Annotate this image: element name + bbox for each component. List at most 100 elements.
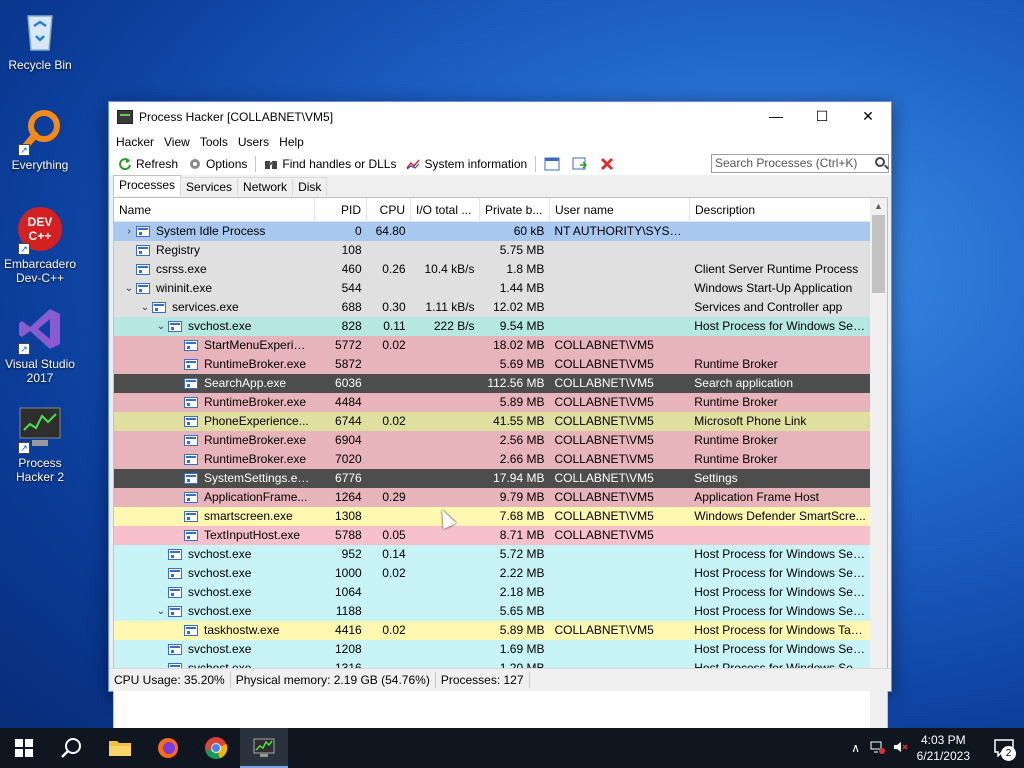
- table-row[interactable]: SearchApp.exe 6036 112.56 MB COLLABNET\VM5 S…: [114, 374, 871, 393]
- cell-user: COLLABNET\VM5: [554, 490, 654, 504]
- cell-io: [411, 583, 480, 602]
- table-row[interactable]: ⌄ svchost.exe 828 0.11 222 B/s 9.54 MB Host Pr…: [114, 317, 871, 336]
- cell-cpu: 0.29: [382, 490, 406, 504]
- desktop-icon-recycle-bin[interactable]: Recycle Bin: [2, 6, 78, 72]
- options-button[interactable]: Options: [183, 154, 252, 174]
- process-name: RuntimeBroker.exe: [204, 433, 307, 447]
- desktop-icon-everything[interactable]: ↗ Everything: [2, 106, 78, 172]
- table-row[interactable]: SystemSettings.exe 6776 17.94 MB COLLABNET\…: [114, 469, 871, 488]
- find-handles-button[interactable]: Find handles or DLLs: [259, 154, 401, 174]
- menu-users[interactable]: Users: [233, 135, 274, 149]
- table-row[interactable]: smartscreen.exe 1308 7.68 MB COLLABNET\VM5 W…: [114, 507, 871, 526]
- cell-name: RuntimeBroker.exe: [114, 450, 315, 469]
- maximize-button[interactable]: ☐: [799, 102, 845, 131]
- table-row[interactable]: RuntimeBroker.exe 4484 5.89 MB COLLABNET\VM…: [114, 393, 871, 412]
- cell-io: 1.11 kB/s: [425, 300, 475, 314]
- menu-tools[interactable]: Tools: [195, 135, 233, 149]
- column-name[interactable]: Name: [114, 198, 315, 221]
- scroll-thumb[interactable]: [872, 215, 885, 293]
- cell-cpu: 64.80: [375, 224, 406, 238]
- title-bar[interactable]: Process Hacker [COLLABNET\VM5] — ☐ ✕: [109, 102, 891, 131]
- table-row[interactable]: TextInputHost.exe 5788 0.05 8.71 MB COLLABNE…: [114, 526, 871, 545]
- action-center-button[interactable]: 2: [984, 728, 1024, 768]
- cell-desc: Host Process for Windows Ser...: [694, 585, 867, 599]
- table-row[interactable]: RuntimeBroker.exe 7020 2.66 MB COLLABNET\VM…: [114, 450, 871, 469]
- table-row[interactable]: ⌄ svchost.exe 1188 5.65 MB Host Process for …: [114, 602, 871, 621]
- table-row[interactable]: csrss.exe 460 0.26 10.4 kB/s 1.8 MB Client Se…: [114, 260, 871, 279]
- table-row[interactable]: ⌄ wininit.exe 544 1.44 MB Windows Start-Up A…: [114, 279, 871, 298]
- table-row[interactable]: RuntimeBroker.exe 5872 5.69 MB COLLABNET\VM…: [114, 355, 871, 374]
- process-name: svchost.exe: [188, 585, 252, 599]
- taskbar-file-explorer[interactable]: [96, 728, 144, 768]
- cell-priv: 60 kB: [513, 224, 545, 238]
- process-icon: [168, 587, 182, 598]
- chevron-down-icon[interactable]: ⌄: [122, 279, 136, 298]
- show-window-button[interactable]: [539, 154, 567, 174]
- menu-help[interactable]: Help: [274, 135, 309, 149]
- table-row[interactable]: › System Idle Process 0 64.80 60 kB NT AUTHOR…: [114, 222, 871, 241]
- menu-view[interactable]: View: [159, 135, 195, 149]
- scroll-up-icon[interactable]: ▲: [870, 198, 887, 215]
- start-button[interactable]: [0, 728, 48, 768]
- table-row[interactable]: svchost.exe 952 0.14 5.72 MB Host Process fo…: [114, 545, 871, 564]
- cell-name: ApplicationFrame...: [114, 488, 315, 507]
- tab-disk[interactable]: Disk: [292, 177, 328, 196]
- cell-name: SystemSettings.exe: [114, 469, 315, 488]
- cell-pid: 5872: [335, 357, 362, 371]
- table-row[interactable]: RuntimeBroker.exe 6904 2.56 MB COLLABNET\VM…: [114, 431, 871, 450]
- cell-user: COLLABNET\VM5: [554, 471, 654, 485]
- table-row[interactable]: svchost.exe 1208 1.69 MB Host Process for W…: [114, 640, 871, 659]
- menu-hacker[interactable]: Hacker: [111, 135, 159, 149]
- table-row[interactable]: taskhostw.exe 4416 0.02 5.89 MB COLLABNET\VM…: [114, 621, 871, 640]
- column-pid[interactable]: PID: [315, 198, 367, 221]
- network-icon[interactable]: [867, 740, 889, 757]
- chevron-down-icon[interactable]: ⌄: [138, 298, 152, 317]
- tab-services[interactable]: Services: [180, 177, 239, 196]
- tab-processes[interactable]: Processes: [113, 175, 182, 196]
- refresh-button[interactable]: Refresh: [113, 154, 183, 174]
- status-bar: CPU Usage: 35.20% Physical memory: 2.19 …: [109, 668, 891, 691]
- close-button[interactable]: ✕: [845, 102, 891, 131]
- search-button[interactable]: [48, 728, 96, 768]
- chevron-right-icon[interactable]: ›: [122, 222, 136, 241]
- chevron-down-icon[interactable]: ⌄: [154, 602, 168, 621]
- column-io-total[interactable]: I/O total ...: [411, 198, 480, 221]
- taskbar-process-hacker[interactable]: [240, 728, 288, 768]
- taskbar-firefox[interactable]: [144, 728, 192, 768]
- search-icon[interactable]: [875, 157, 885, 167]
- table-row[interactable]: svchost.exe 1064 2.18 MB Host Process for W…: [114, 583, 871, 602]
- cell-pid: 6776: [335, 471, 362, 485]
- cell-cpu: [367, 450, 411, 469]
- desktop-icon-devcpp[interactable]: DEV C++ ↗ Embarcadero Dev-C++: [2, 205, 78, 285]
- system-information-button[interactable]: System information: [401, 154, 532, 174]
- column-user-name[interactable]: User name: [550, 198, 690, 221]
- chevron-down-icon[interactable]: ⌄: [154, 317, 168, 336]
- desktop-icon-process-hacker[interactable]: ↗ Process Hacker 2: [2, 404, 78, 484]
- table-row[interactable]: Registry 108 5.75 MB: [114, 241, 871, 260]
- column-description[interactable]: Description: [690, 198, 872, 221]
- process-icon: [136, 264, 150, 275]
- clock[interactable]: 4:03 PM 6/21/2023: [917, 732, 970, 764]
- table-row[interactable]: svchost.exe 1000 0.02 2.22 MB Host Process f…: [114, 564, 871, 583]
- column-private-bytes[interactable]: Private b...: [480, 198, 550, 221]
- table-row[interactable]: PhoneExperience... 6744 0.02 41.55 MB COLLAB…: [114, 412, 871, 431]
- column-cpu[interactable]: CPU: [367, 198, 411, 221]
- minimize-button[interactable]: —: [753, 102, 799, 131]
- cell-io: [411, 279, 480, 298]
- search-input[interactable]: Search Processes (Ctrl+K): [711, 154, 889, 173]
- desktop-icon-visual-studio[interactable]: ↗ Visual Studio 2017: [2, 305, 78, 385]
- volume-muted-icon[interactable]: [889, 740, 911, 757]
- tab-network[interactable]: Network: [237, 177, 294, 196]
- go-to-window-button[interactable]: [567, 154, 595, 174]
- taskbar-chrome[interactable]: [192, 728, 240, 768]
- cell-desc: Runtime Broker: [694, 452, 778, 466]
- cell-pid: 6744: [335, 414, 362, 428]
- cell-cpu: 0.05: [382, 528, 406, 542]
- chevron-up-icon[interactable]: ∧: [845, 741, 867, 755]
- table-row[interactable]: ⌄ services.exe 688 0.30 1.11 kB/s 12.02 MB Ser…: [114, 298, 871, 317]
- process-hacker-icon: [117, 109, 133, 124]
- table-row[interactable]: ApplicationFrame... 1264 0.29 9.79 MB COLLAB…: [114, 488, 871, 507]
- table-row[interactable]: StartMenuExperie... 5772 0.02 18.02 MB COLLA…: [114, 336, 871, 355]
- cell-user: [549, 317, 689, 336]
- terminate-button[interactable]: [595, 154, 623, 174]
